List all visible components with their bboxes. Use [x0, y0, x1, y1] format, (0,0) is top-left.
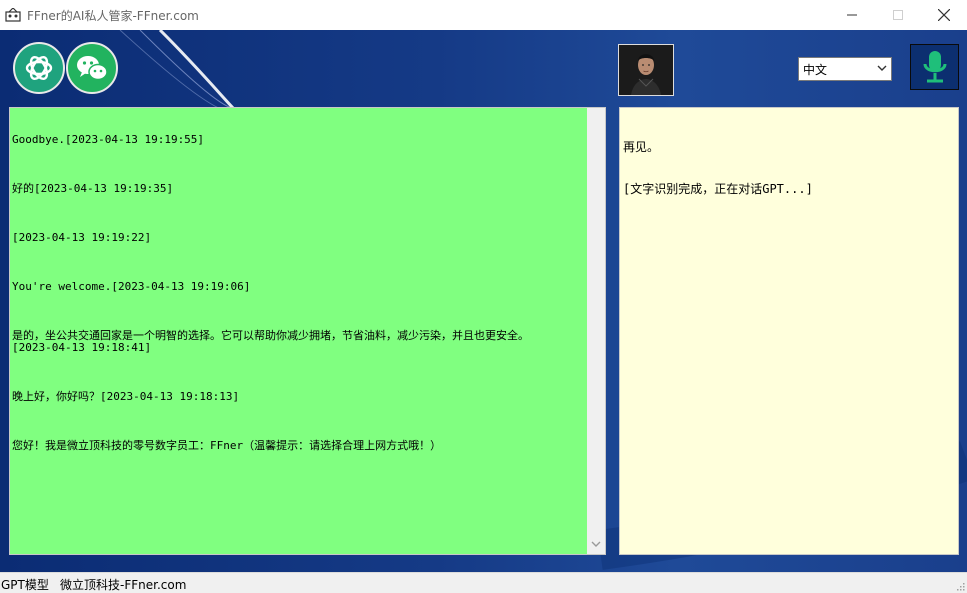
status-model: GPT模型 [1, 578, 49, 592]
maximize-icon [893, 10, 903, 20]
avatar-image [619, 45, 673, 95]
language-selected-value: 中文 [803, 63, 828, 77]
recognition-result-text: 再见。 [文字识别完成，正在对话GPT...] [623, 112, 813, 224]
wechat-logo-button[interactable] [66, 42, 118, 94]
app-icon [5, 8, 21, 22]
microphone-icon [923, 51, 946, 83]
chat-message: 好的[2023-04-13 19:19:35] [12, 182, 174, 195]
chat-message: 您好！我是微立顶科技的零号数字员工：FFner（温馨提示：请选择合理上网方式哦！… [12, 439, 442, 452]
chat-message: Goodbye.[2023-04-13 19:19:55] [12, 133, 205, 146]
chat-message: 是的，坐公共交通回家是一个明智的选择。它可以帮助你减少拥堵，节省油料，减少污染，… [12, 329, 529, 354]
window-title: FFner的AI私人管家-FFner.com [27, 9, 199, 23]
result-line: [文字识别完成，正在对话GPT...] [623, 182, 813, 196]
close-icon [938, 9, 950, 21]
result-line: 再见。 [623, 140, 660, 154]
minimize-icon [847, 14, 857, 16]
title-bar: FFner的AI私人管家-FFner.com [0, 0, 967, 30]
status-bar: GPT模型 微立顶科技-FFner.com [0, 572, 967, 593]
chat-scrollbar[interactable] [587, 108, 605, 554]
chat-log[interactable]: Goodbye.[2023-04-13 19:19:55] 好的[2023-04… [9, 107, 606, 555]
openai-logo-icon [25, 55, 53, 81]
microphone-button[interactable] [910, 44, 959, 90]
chevron-down-icon [877, 65, 887, 71]
chat-messages: Goodbye.[2023-04-13 19:19:55] 好的[2023-04… [12, 110, 586, 489]
avatar[interactable] [618, 44, 674, 96]
minimize-button[interactable] [829, 0, 875, 30]
chat-message: [2023-04-13 19:19:22] [12, 231, 152, 244]
status-company: 微立顶科技-FFner.com [60, 578, 187, 592]
close-button[interactable] [921, 0, 967, 30]
scroll-down-icon[interactable] [591, 540, 601, 548]
recognition-result-panel[interactable]: 再见。 [文字识别完成，正在对话GPT...] [619, 107, 959, 555]
language-select[interactable]: 中文 [798, 57, 892, 81]
maximize-button[interactable] [875, 0, 921, 30]
wechat-logo-icon [77, 56, 108, 81]
resize-grip-icon[interactable] [955, 581, 965, 591]
chat-message: 晚上好，你好吗？[2023-04-13 19:18:13] [12, 390, 240, 403]
openai-logo-button[interactable] [13, 42, 65, 94]
chat-message: You're welcome.[2023-04-13 19:19:06] [12, 280, 251, 293]
